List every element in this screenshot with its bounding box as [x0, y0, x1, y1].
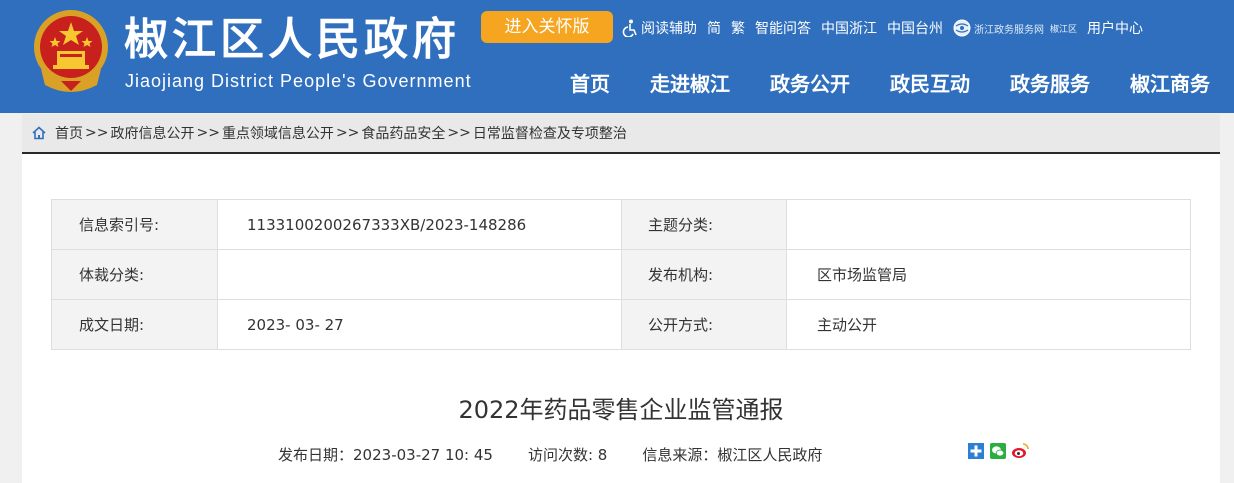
genre-label: 体裁分类:	[51, 249, 218, 300]
disclosure-value: 主动公开	[786, 299, 1191, 350]
home-icon[interactable]	[32, 126, 46, 140]
article-title: 2022年药品零售企业监管通报	[458, 396, 784, 424]
info-source-label: 信息来源：	[642, 446, 718, 464]
traditional-chinese-link[interactable]: 繁	[731, 18, 745, 38]
china-taizhou-link[interactable]: 中国台州	[887, 18, 943, 38]
topic-value	[786, 199, 1191, 250]
breadcrumb-separator: >>	[196, 125, 220, 141]
visit-count: 访问次数: 8	[528, 444, 607, 465]
site-header: 椒江区人民政府 Jiaojiang District People's Gove…	[0, 0, 1234, 113]
breadcrumb-daily-supervision[interactable]: 日常监督检查及专项整治	[473, 123, 627, 143]
breadcrumb: 首页 >> 政府信息公开 >> 重点领域信息公开 >> 食品药品安全 >> 日常…	[22, 114, 1220, 154]
service-district-name: 椒江区	[1050, 24, 1078, 35]
nav-government-affairs[interactable]: 政务公开	[770, 68, 850, 97]
info-source-value: 椒江区人民政府	[717, 446, 823, 464]
breadcrumb-separator: >>	[447, 125, 471, 141]
share-bar	[967, 442, 1033, 460]
publish-date-label: 发布日期：	[278, 446, 354, 464]
care-mode-button[interactable]: 进入关怀版	[481, 11, 613, 43]
user-center-link[interactable]: 用户中心	[1087, 18, 1143, 38]
date-label: 成文日期:	[51, 299, 218, 350]
service-site-name: 浙江政务服务网	[974, 24, 1044, 36]
table-row: 成文日期: 2023- 03- 27 公开方式: 主动公开	[51, 299, 1191, 350]
date-value: 2023- 03- 27	[217, 299, 622, 350]
disclosure-label: 公开方式:	[621, 299, 787, 350]
site-subtitle: Jiaojiang District People's Government	[125, 71, 472, 91]
nav-commerce[interactable]: 椒江商务	[1130, 68, 1210, 97]
breadcrumb-key-areas[interactable]: 重点领域信息公开	[222, 123, 334, 143]
weibo-icon[interactable]	[1011, 442, 1029, 460]
table-row: 体裁分类: 发布机构: 区市场监管局	[51, 249, 1191, 300]
visit-count-value: 8	[597, 446, 608, 464]
zhejiang-service-link[interactable]: 浙江政务服务网 椒江区	[953, 19, 1077, 37]
nav-home[interactable]: 首页	[570, 68, 610, 97]
content-panel: 信息索引号: 1133100200267333XB/2023-148286 主题…	[22, 154, 1220, 483]
topic-label: 主题分类:	[621, 199, 787, 250]
smart-qa-link[interactable]: 智能问答	[755, 18, 811, 38]
breadcrumb-home[interactable]: 首页	[55, 123, 83, 143]
visit-count-label: 访问次数:	[527, 446, 594, 464]
issuer-value: 区市场监管局	[786, 249, 1191, 300]
breadcrumb-food-drug[interactable]: 食品药品安全	[361, 123, 445, 143]
nav-services[interactable]: 政务服务	[1010, 68, 1090, 97]
accessibility-icon[interactable]	[622, 19, 638, 37]
globe-icon	[953, 19, 971, 37]
china-zhejiang-link[interactable]: 中国浙江	[821, 18, 877, 38]
index-no-value: 1133100200267333XB/2023-148286	[217, 199, 622, 250]
breadcrumb-separator: >>	[335, 125, 360, 141]
top-links: 阅读辅助 简 繁 智能问答 中国浙江 中国台州 浙江政务服务网 椒江区 用户中心	[622, 17, 1153, 39]
share-plus-icon[interactable]	[967, 442, 985, 460]
site-title: 椒江区人民政府	[124, 14, 460, 65]
issuer-label: 发布机构:	[621, 249, 787, 300]
publish-date: 发布日期：2023-03-27 10: 45	[278, 444, 493, 465]
breadcrumb-gov-info[interactable]: 政府信息公开	[110, 123, 194, 143]
reading-aid-link[interactable]: 阅读辅助	[641, 18, 697, 38]
breadcrumb-separator: >>	[85, 125, 109, 141]
info-source: 信息来源：椒江区人民政府	[642, 444, 822, 465]
nav-about-jiaojiang[interactable]: 走进椒江	[650, 68, 730, 97]
article-info: 发布日期：2023-03-27 10: 45 访问次数: 8 信息来源：椒江区人…	[278, 444, 857, 465]
nav-interaction[interactable]: 政民互动	[890, 68, 970, 97]
wechat-icon[interactable]	[989, 442, 1007, 460]
table-row: 信息索引号: 1133100200267333XB/2023-148286 主题…	[51, 199, 1191, 250]
index-no-label: 信息索引号:	[51, 199, 218, 250]
national-emblem-icon	[34, 10, 108, 92]
publish-date-value: 2023-03-27 10: 45	[353, 446, 493, 464]
info-table: 信息索引号: 1133100200267333XB/2023-148286 主题…	[51, 199, 1191, 350]
simplified-chinese-link[interactable]: 简	[707, 18, 721, 38]
main-nav: 首页 走进椒江 政务公开 政民互动 政务服务 椒江商务	[530, 68, 1210, 97]
genre-value	[217, 249, 622, 300]
